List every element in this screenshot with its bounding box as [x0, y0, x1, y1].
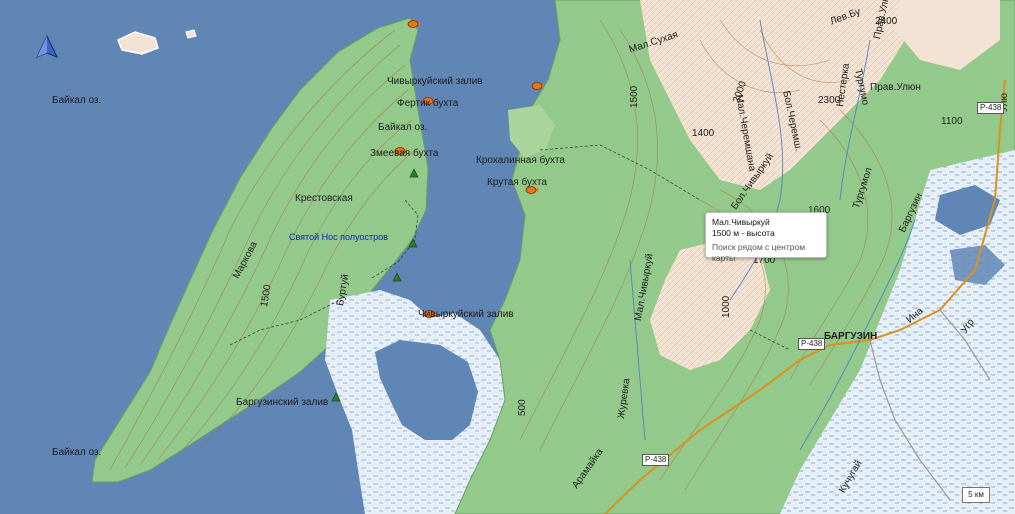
label-h1500-b: 1500 [629, 85, 640, 108]
label-h500: 500 [517, 399, 528, 416]
label-baikal-nw: Байкал оз. [52, 95, 102, 106]
road-badge-p438[interactable]: P-438 [798, 338, 826, 350]
campsite-icon[interactable] [409, 168, 419, 178]
label-baikal-mid: Байкал оз. [378, 122, 428, 133]
label-baikal-sw: Байкал оз. [52, 447, 102, 458]
label-krokhalinnaya-bay: Крохалинная бухта [476, 155, 565, 166]
label-chivyrkuy-bay-south: Чивыркуйский залив [418, 309, 514, 320]
label-fertik-bay: Фертик бухта [397, 98, 459, 109]
compass-icon[interactable] [36, 35, 58, 59]
label-h1000: 1000 [721, 295, 732, 318]
tooltip-search-nearby-link[interactable]: Поиск рядом с центром карты [712, 242, 820, 264]
label-h1100: 1100 [941, 116, 963, 127]
scale-bar: 5 км [962, 487, 990, 503]
fish-icon[interactable] [406, 19, 420, 29]
road-badge-p438[interactable]: P-438 [977, 102, 1005, 114]
campsite-icon[interactable] [392, 272, 402, 282]
label-h1400: 1400 [692, 128, 715, 139]
fish-icon[interactable] [530, 81, 544, 91]
label-barguzin-town: БАРГУЗИН [824, 331, 878, 342]
map-tooltip[interactable]: Мал.Чивыркуй 1500 м - высота Поиск рядом… [705, 212, 827, 263]
road-badge-p438[interactable]: P-438 [642, 454, 670, 466]
map-canvas[interactable]: Байкал оз. Байкал оз. Байкал оз. Чивырку… [0, 0, 1015, 514]
label-prav-ulyun: Прав.Улюн [870, 82, 921, 93]
label-barguzin-bay: Баргузинский залив [236, 397, 329, 408]
label-svyatoy-nos: Святой Нос полуостров [289, 232, 388, 242]
label-krestovskaya: Крестовская [295, 193, 353, 204]
tooltip-title: Мал.Чивыркуй [712, 217, 770, 227]
label-krutaya-bay: Крутая бухта [487, 177, 547, 188]
tooltip-subtitle: 1500 м - высота [712, 228, 775, 238]
label-chivyrkuy-bay-north: Чивыркуйский залив [387, 76, 483, 87]
label-zmeevaya-bay: Змеевая бухта [370, 148, 439, 159]
campsite-icon[interactable] [408, 238, 418, 248]
campsite-icon[interactable] [331, 392, 341, 402]
